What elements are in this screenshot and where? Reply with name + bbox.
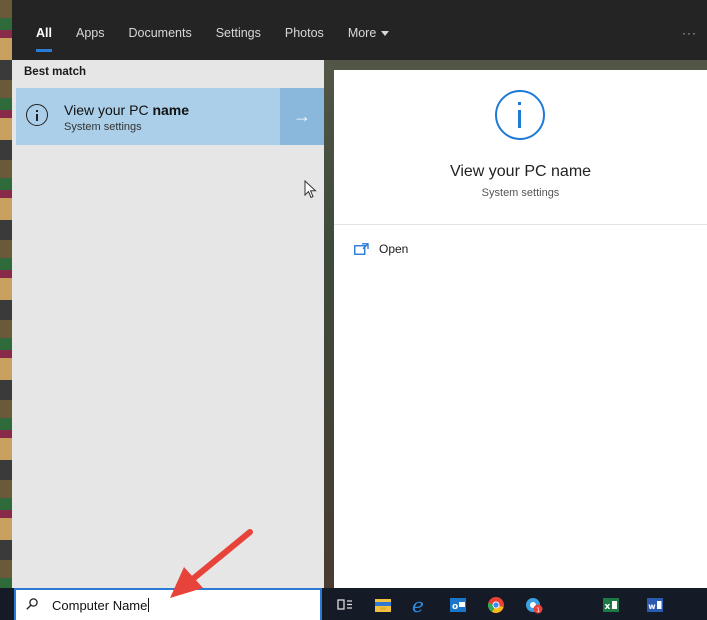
search-filter-bar: All Apps Documents Settings Photos More … bbox=[12, 0, 707, 60]
chevron-down-icon bbox=[381, 31, 390, 37]
open-result-arrow-button[interactable]: → bbox=[280, 88, 324, 145]
search-tabs: All Apps Documents Settings Photos More bbox=[24, 22, 401, 56]
tab-all[interactable]: All bbox=[24, 22, 64, 56]
results-panel: Best match View your PC name System sett… bbox=[12, 60, 324, 588]
preview-panel: View your PC name System settings Open bbox=[334, 70, 707, 588]
excel-icon[interactable]: x bbox=[602, 596, 620, 614]
best-match-heading: Best match bbox=[24, 66, 86, 78]
open-label: Open bbox=[379, 242, 409, 256]
file-explorer-icon[interactable] bbox=[374, 596, 392, 614]
search-box[interactable]: Computer Name bbox=[14, 588, 322, 620]
tab-settings[interactable]: Settings bbox=[204, 22, 273, 56]
search-icon bbox=[26, 598, 38, 610]
task-view-icon[interactable] bbox=[336, 596, 354, 614]
more-options-button[interactable]: ··· bbox=[682, 26, 697, 40]
result-subtitle: System settings bbox=[64, 121, 142, 133]
svg-text:e: e bbox=[412, 596, 424, 614]
mouse-cursor-icon bbox=[304, 180, 317, 199]
info-icon bbox=[26, 104, 48, 126]
desktop-background-left bbox=[0, 0, 12, 588]
tab-photos[interactable]: Photos bbox=[273, 22, 336, 56]
preview-title: View your PC name bbox=[449, 163, 592, 180]
svg-text:1: 1 bbox=[536, 607, 540, 614]
info-large-icon bbox=[495, 90, 545, 140]
arrow-right-icon: → bbox=[293, 106, 311, 126]
best-match-result[interactable]: View your PC name System settings bbox=[16, 88, 280, 145]
tab-more[interactable]: More bbox=[336, 22, 401, 56]
word-icon[interactable]: w bbox=[646, 596, 664, 614]
search-input[interactable]: Computer Name bbox=[52, 598, 150, 613]
open-window-icon bbox=[354, 243, 369, 255]
tab-more-label: More bbox=[347, 26, 377, 40]
preview-divider bbox=[334, 224, 707, 225]
edge-icon[interactable]: e bbox=[411, 596, 429, 614]
preview-subtitle: System settings bbox=[481, 187, 560, 199]
svg-text:w: w bbox=[648, 602, 656, 611]
chrome-icon[interactable] bbox=[487, 596, 505, 614]
svg-text:x: x bbox=[605, 602, 611, 612]
text-caret bbox=[148, 598, 150, 612]
app-notification-icon[interactable]: 1 bbox=[525, 596, 543, 614]
tab-apps[interactable]: Apps bbox=[64, 22, 117, 56]
svg-text:o: o bbox=[452, 602, 458, 612]
open-action[interactable]: Open bbox=[354, 242, 408, 256]
outlook-icon[interactable]: o bbox=[449, 596, 467, 614]
tab-documents[interactable]: Documents bbox=[116, 22, 203, 56]
result-title: View your PC name bbox=[64, 102, 190, 118]
